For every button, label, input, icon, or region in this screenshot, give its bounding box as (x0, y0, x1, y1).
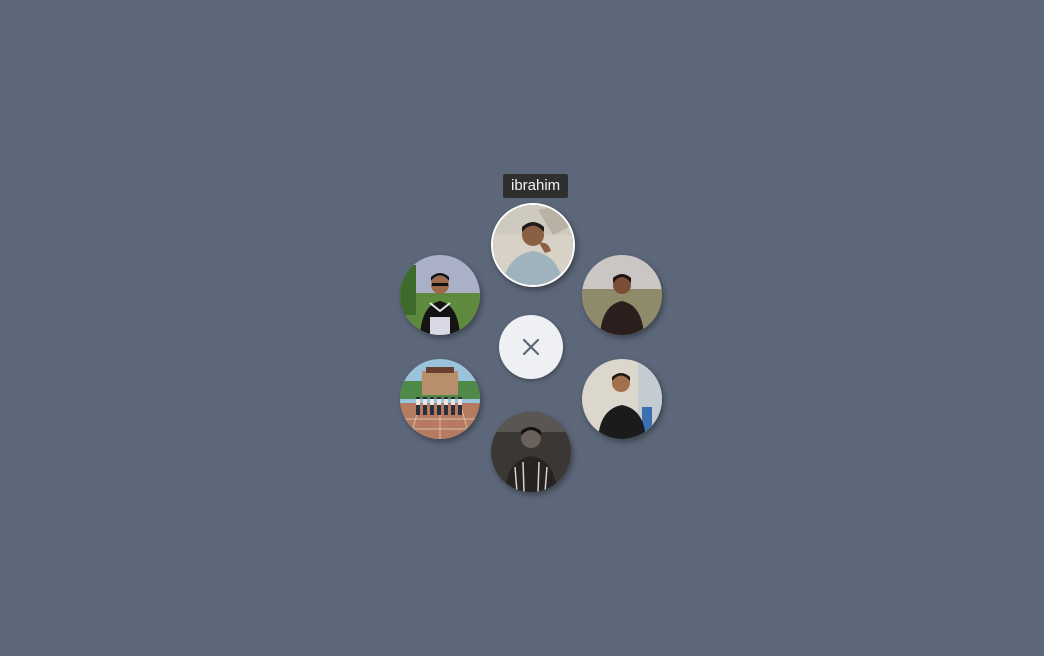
avatar-top[interactable] (491, 203, 575, 287)
person-photo-icon (491, 412, 571, 492)
person-photo-icon (582, 359, 662, 439)
close-button[interactable] (499, 315, 563, 379)
person-photo-icon (582, 255, 662, 335)
group-photo-icon (400, 359, 480, 439)
close-icon (522, 338, 540, 356)
person-photo-icon (400, 255, 480, 335)
avatar-lower-right[interactable] (582, 359, 662, 439)
avatar-lower-left[interactable] (400, 359, 480, 439)
avatar-upper-left[interactable] (400, 255, 480, 335)
avatar-bottom[interactable] (491, 412, 571, 492)
avatar-upper-right[interactable] (582, 255, 662, 335)
person-photo-icon (493, 205, 573, 285)
radial-avatar-menu: ibrahim (0, 0, 1044, 656)
avatar-name-tooltip: ibrahim (503, 174, 569, 198)
